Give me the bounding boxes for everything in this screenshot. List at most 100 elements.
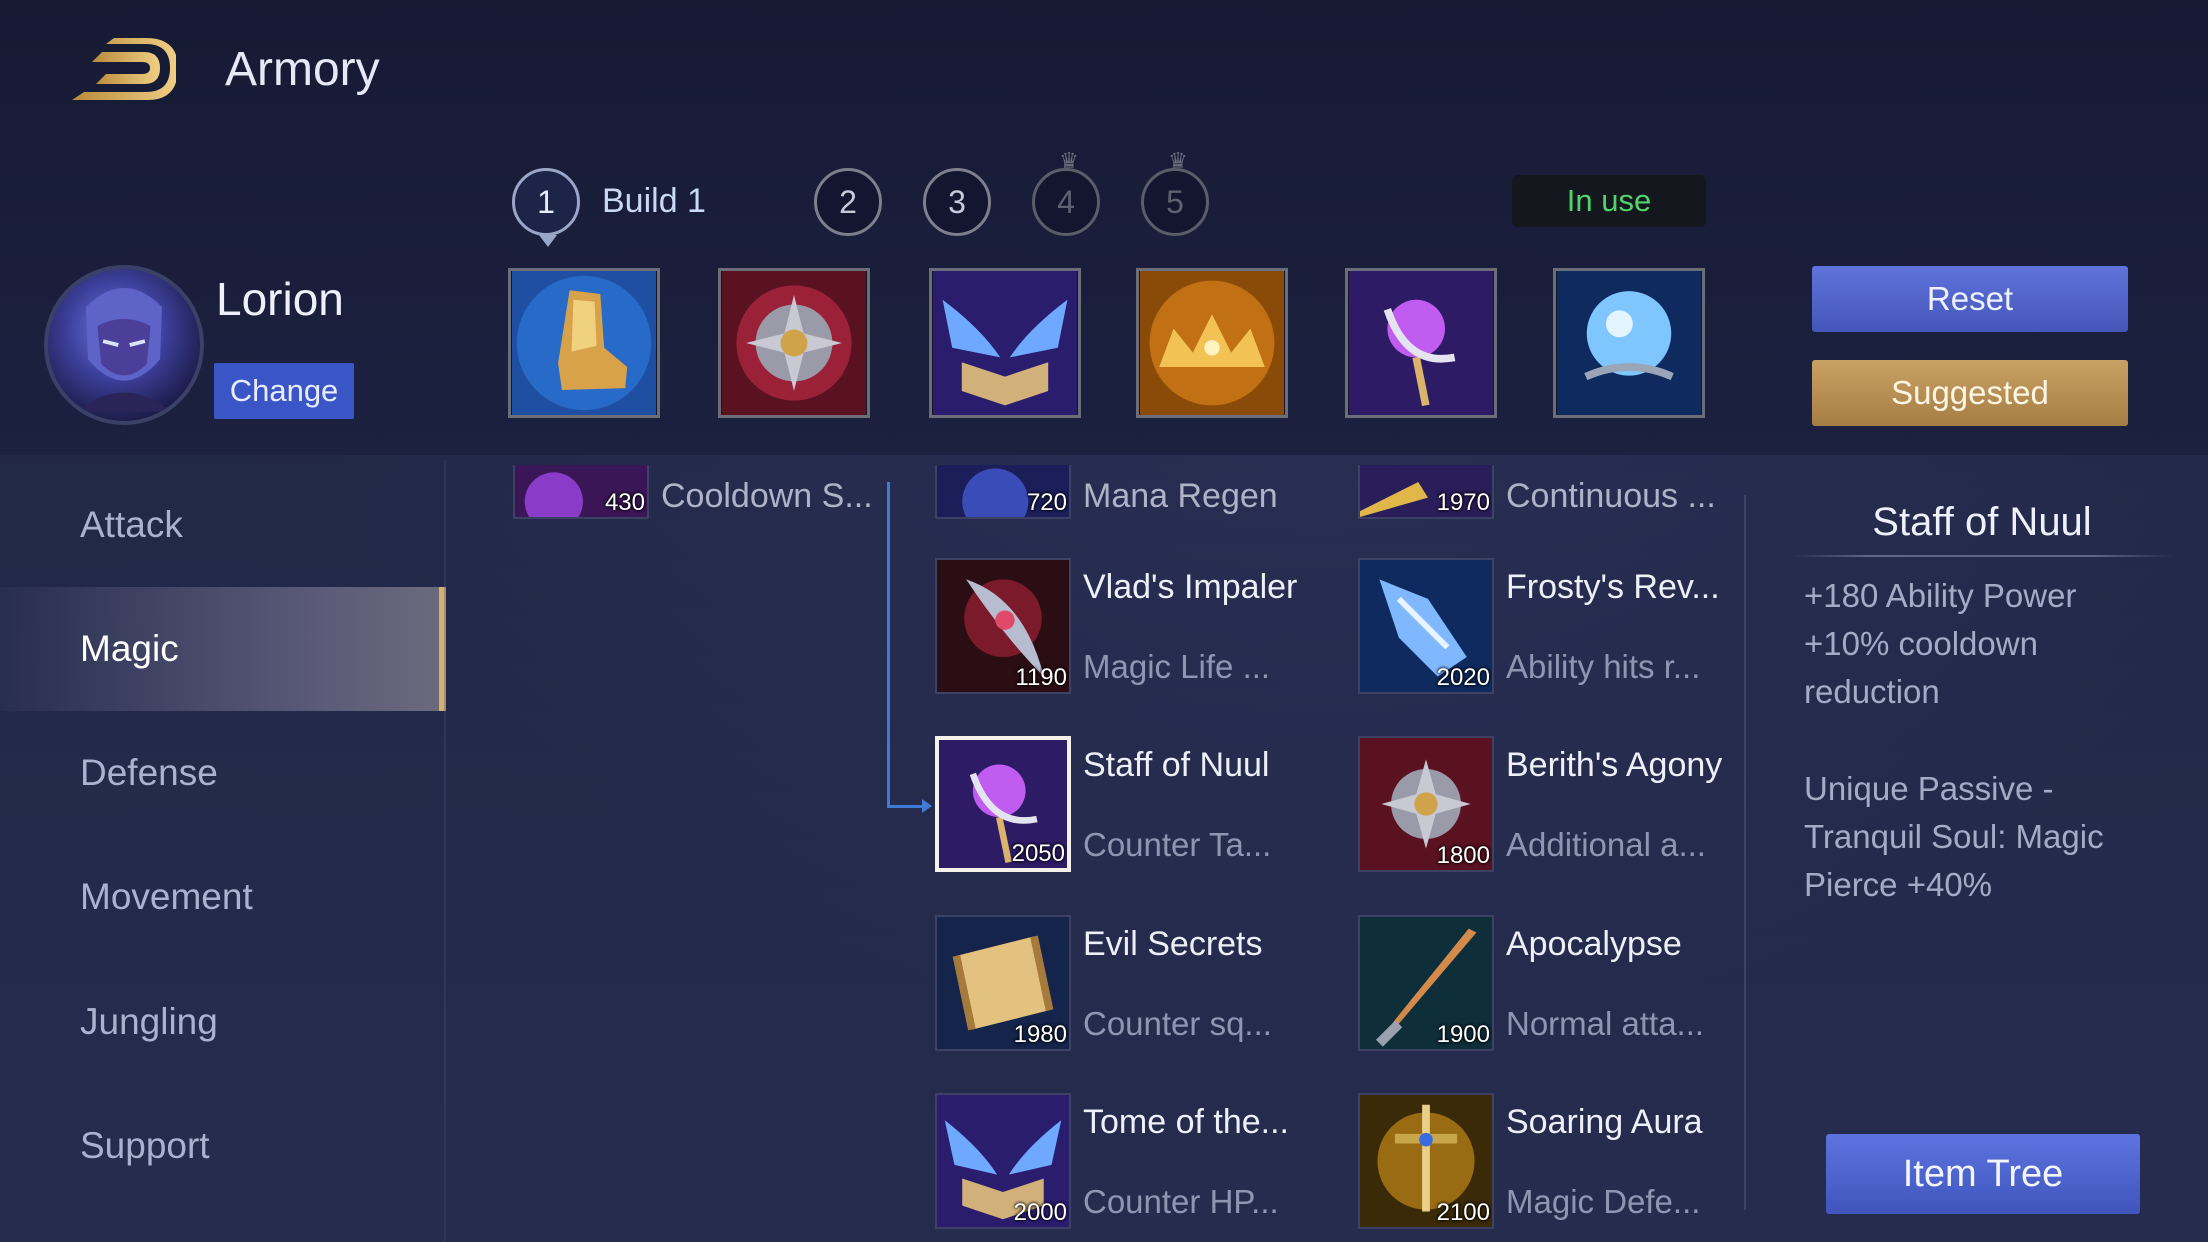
category-defense[interactable]: Defense: [0, 711, 446, 835]
item-name: Tome of the...: [1083, 1103, 1289, 1141]
item-name: Continuous ...: [1506, 477, 1716, 515]
build-tab-1[interactable]: 1: [512, 168, 580, 247]
item-card[interactable]: 2020 Frosty's Rev... Ability hits r...: [1358, 558, 1750, 698]
item-price: 1970: [1436, 489, 1490, 516]
evil-secrets-icon: 1980: [935, 915, 1071, 1051]
item-card[interactable]: 2100 Soaring Aura Magic Defe...: [1358, 1093, 1750, 1233]
item-name: Berith's Agony: [1506, 746, 1723, 784]
in-use-badge: In use: [1512, 175, 1706, 227]
category-support[interactable]: Support: [0, 1084, 446, 1208]
crown-icon: ♛: [1168, 148, 1188, 173]
soaring-aura-icon: 2100: [1358, 1093, 1494, 1229]
item-description: Ability hits r...: [1506, 648, 1701, 685]
category-attack[interactable]: Attack: [0, 463, 446, 587]
detail-stat: +10% cooldown: [1804, 625, 2038, 662]
item-price: 720: [1026, 489, 1067, 516]
category-label: Movement: [80, 876, 253, 917]
item-card[interactable]: 1980 Evil Secrets Counter sq...: [935, 915, 1355, 1055]
equipped-slot-1[interactable]: [508, 268, 660, 418]
item-description: Magic Defe...: [1506, 1183, 1701, 1220]
reset-button[interactable]: Reset: [1812, 266, 2128, 332]
category-magic[interactable]: Magic: [0, 587, 446, 711]
equipped-slot-4[interactable]: [1136, 268, 1288, 418]
continuous-item-icon: 1970: [1358, 465, 1494, 519]
build-tab-number: 5: [1166, 183, 1184, 220]
item-description: Magic Life ...: [1083, 648, 1271, 685]
category-jungling[interactable]: Jungling: [0, 960, 446, 1084]
vlads-impaler-icon: 1190: [935, 558, 1071, 694]
item-name: Mana Regen: [1083, 477, 1278, 515]
build-tab-2[interactable]: 2: [814, 168, 882, 236]
back-arrow-icon[interactable]: [66, 38, 178, 104]
item-grid: 430 Cooldown S... 720 Mana Regen 1970 Co…: [500, 465, 1750, 1242]
item-name: Cooldown S...: [661, 477, 873, 515]
equipped-slot-2[interactable]: [718, 268, 870, 418]
build-tab-number: 2: [839, 183, 857, 220]
item-price: 1800: [1436, 842, 1490, 869]
crown-icon: ♛: [1059, 148, 1079, 173]
winged-book-icon: [933, 271, 1077, 415]
item-description: Counter Ta...: [1083, 826, 1272, 863]
item-card[interactable]: 1800 Berith's Agony Additional a...: [1358, 736, 1750, 876]
equipped-slot-5[interactable]: [1345, 268, 1497, 418]
boots-icon: [512, 271, 656, 415]
suggested-button[interactable]: Suggested: [1812, 360, 2128, 426]
apocalypse-icon: 1900: [1358, 915, 1494, 1051]
build-tab-5[interactable]: ♛ 5: [1141, 150, 1209, 236]
category-movement[interactable]: Movement: [0, 835, 446, 959]
detail-passive: Tranquil Soul: Magic: [1804, 818, 2104, 855]
item-name: Vlad's Impaler: [1083, 568, 1298, 606]
item-price: 2100: [1436, 1199, 1490, 1226]
tome-icon: 2000: [935, 1093, 1071, 1229]
item-card[interactable]: 1190 Vlad's Impaler Magic Life ...: [935, 558, 1355, 698]
item-description: Normal atta...: [1506, 1005, 1705, 1042]
build-tab-number: 4: [1057, 183, 1075, 220]
item-price: 2050: [1011, 840, 1065, 867]
hero-name: Lorion: [216, 273, 344, 325]
cooldown-item-icon: 430: [513, 465, 649, 519]
item-card-selected[interactable]: 2050 Staff of Nuul Counter Ta...: [935, 736, 1355, 876]
detail-stat: reduction: [1804, 673, 1940, 710]
change-hero-button[interactable]: Change: [214, 363, 354, 419]
item-price: 1190: [1015, 664, 1067, 691]
item-detail-title: Staff of Nuul: [1872, 500, 2092, 544]
item-name: Frosty's Rev...: [1506, 568, 1720, 606]
category-label: Attack: [80, 504, 183, 545]
purple-staff-icon: [1349, 271, 1493, 415]
item-price: 1900: [1436, 1021, 1490, 1048]
item-name: Apocalypse: [1506, 925, 1682, 963]
build-tab-3[interactable]: 3: [923, 168, 991, 236]
staff-of-nuul-icon: 2050: [935, 736, 1071, 872]
item-price: 2020: [1436, 664, 1490, 691]
build-tab-4[interactable]: ♛ 4: [1032, 150, 1100, 236]
category-label: Jungling: [80, 1001, 218, 1042]
hero-avatar: [44, 265, 204, 425]
golden-crown-icon: [1140, 271, 1284, 415]
build-tab-number: 1: [537, 183, 555, 220]
blue-orb-icon: [1557, 271, 1701, 415]
item-card[interactable]: 2000 Tome of the... Counter HP...: [935, 1093, 1355, 1233]
item-card[interactable]: 430 Cooldown S...: [513, 465, 933, 617]
category-label: Support: [80, 1125, 210, 1166]
beriths-agony-icon: 1800: [1358, 736, 1494, 872]
category-label: Defense: [80, 752, 218, 793]
item-description: Additional a...: [1506, 826, 1706, 863]
item-tree-button[interactable]: Item Tree: [1826, 1134, 2140, 1214]
mana-regen-icon: 720: [935, 465, 1071, 519]
equipped-slot-3[interactable]: [929, 268, 1081, 418]
detail-passive: Unique Passive -: [1804, 770, 2054, 807]
active-build-name: Build 1: [602, 182, 706, 220]
item-card[interactable]: 1900 Apocalypse Normal atta...: [1358, 915, 1750, 1055]
frostys-revenge-icon: 2020: [1358, 558, 1494, 694]
item-name: Evil Secrets: [1083, 925, 1263, 963]
spiked-medal-icon: [722, 271, 866, 415]
detail-divider: [1790, 555, 2174, 557]
page-title: Armory: [225, 43, 380, 96]
equipped-slot-6[interactable]: [1553, 268, 1705, 418]
item-price: 1980: [1013, 1021, 1067, 1048]
item-description: Counter sq...: [1083, 1005, 1272, 1042]
item-name: Soaring Aura: [1506, 1103, 1703, 1141]
category-label: Magic: [80, 628, 179, 669]
item-description: Counter HP...: [1083, 1183, 1279, 1220]
item-price: 430: [604, 489, 645, 516]
